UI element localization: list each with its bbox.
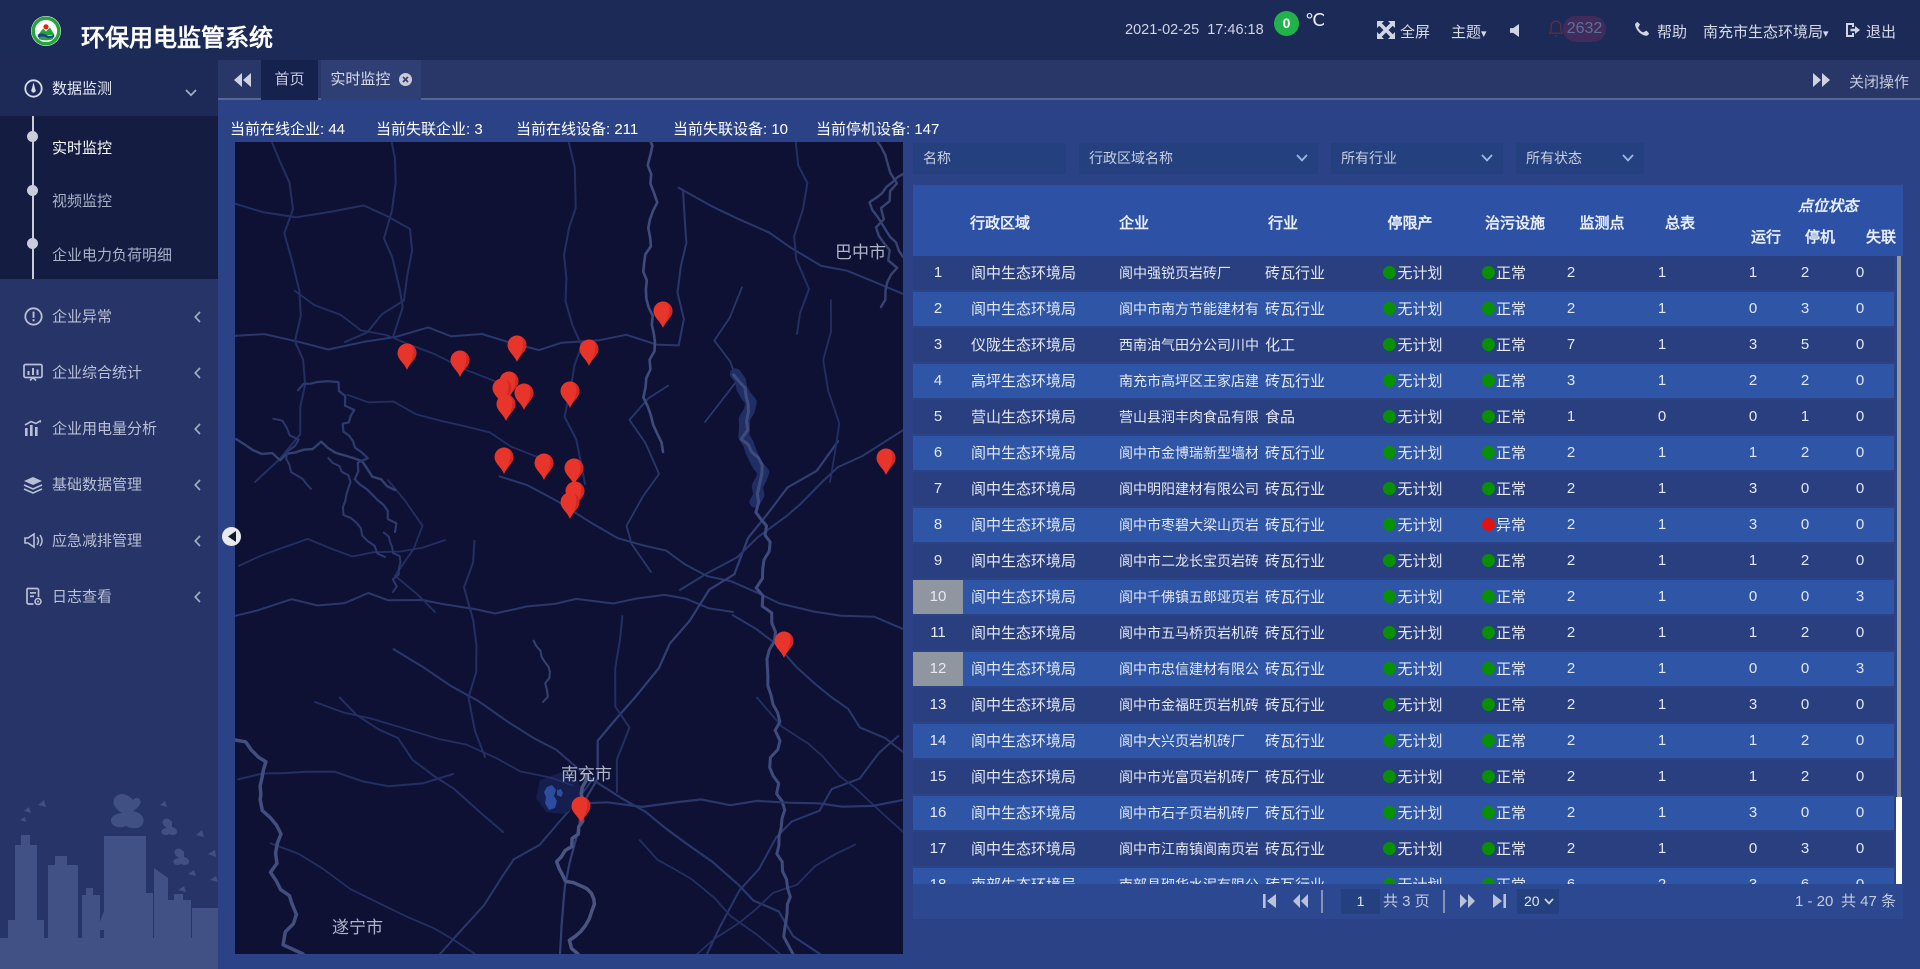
svg-text:遂宁市: 遂宁市 — [332, 918, 383, 937]
svg-text:巴中市: 巴中市 — [835, 243, 886, 262]
svg-text:南充市: 南充市 — [561, 765, 612, 784]
